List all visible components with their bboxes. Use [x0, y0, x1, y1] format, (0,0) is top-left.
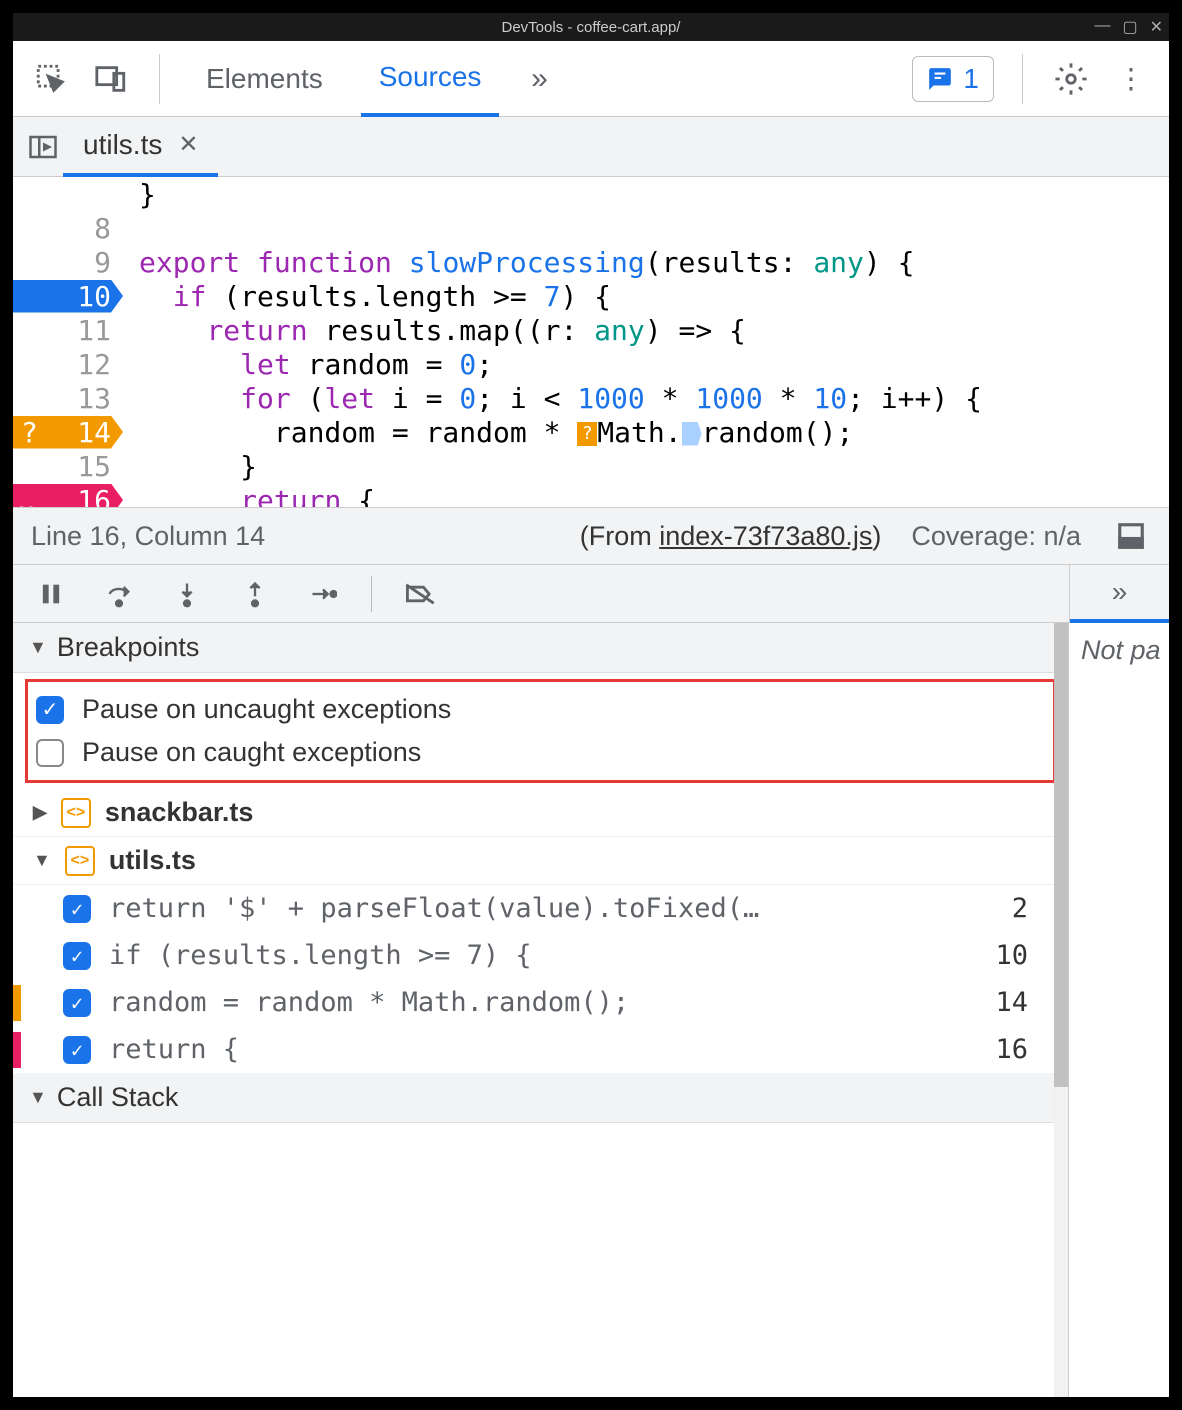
issues-count: 1: [963, 63, 979, 95]
breakpoint-code: return {: [109, 1034, 239, 1065]
file-type-icon: <>: [65, 846, 95, 876]
line-number-gutter[interactable]: 11: [13, 314, 123, 347]
checkbox-checked-icon[interactable]: ✓: [63, 1036, 91, 1064]
checkbox-checked-icon[interactable]: ✓: [36, 696, 64, 724]
code-line[interactable]: 11 return results.map((r: any) => {: [13, 313, 1169, 347]
code-line[interactable]: 8: [13, 211, 1169, 245]
checkbox-checked-icon[interactable]: ✓: [63, 942, 91, 970]
breakpoints-section-header[interactable]: ▼ Breakpoints: [13, 623, 1068, 673]
window-maximize-icon[interactable]: ▢: [1122, 17, 1137, 37]
code-content: for (let i = 0; i < 1000 * 1000 * 10; i+…: [123, 382, 982, 415]
checkbox-unchecked-icon[interactable]: [36, 739, 64, 767]
highlight-box: ✓ Pause on uncaught exceptions Pause on …: [25, 679, 1056, 783]
code-content: random = random * ?Math.random();: [123, 416, 853, 449]
code-line[interactable]: }: [13, 177, 1169, 211]
line-number-gutter[interactable]: 15: [13, 450, 123, 483]
divider: [1022, 54, 1023, 104]
window-minimize-icon[interactable]: —: [1094, 17, 1110, 37]
more-tabs-icon[interactable]: »: [519, 59, 559, 99]
vertical-scrollbar[interactable]: [1054, 623, 1068, 1397]
breakpoint-line-number: 16: [995, 1034, 1048, 1065]
code-content: if (results.length >= 7) {: [123, 280, 611, 313]
navigator-toggle-icon[interactable]: [23, 127, 63, 167]
cursor-position: Line 16, Column 14: [31, 521, 265, 552]
code-line[interactable]: 12 let random = 0;: [13, 347, 1169, 381]
window-title: DevTools - coffee-cart.app/: [502, 19, 681, 36]
divider: [159, 54, 160, 104]
code-content: }: [123, 178, 156, 211]
kebab-menu-icon[interactable]: ⋮: [1111, 59, 1151, 99]
breakpoint-row[interactable]: ✓ random = random * Math.random(); 14: [13, 979, 1068, 1026]
checkbox-checked-icon[interactable]: ✓: [63, 895, 91, 923]
file-tab-label: utils.ts: [83, 129, 162, 161]
settings-icon[interactable]: [1051, 59, 1091, 99]
deactivate-breakpoints-icon[interactable]: [400, 574, 440, 614]
callstack-section-header[interactable]: ▼ Call Stack: [13, 1073, 1068, 1123]
source-file-link[interactable]: index-73f73a80.js: [659, 521, 872, 551]
code-line[interactable]: 9export function slowProcessing(results:…: [13, 245, 1169, 279]
breakpoint-marker-icon: [13, 1032, 21, 1068]
breakpoint-code: if (results.length >= 7) {: [109, 940, 532, 971]
file-tab-utils[interactable]: utils.ts ✕: [63, 117, 218, 177]
step-into-icon[interactable]: [167, 574, 207, 614]
tab-sources[interactable]: Sources: [361, 41, 500, 117]
line-number-gutter[interactable]: 10: [13, 280, 123, 313]
coverage-status: Coverage: n/a: [911, 521, 1081, 552]
code-line[interactable]: 14 random = random * ?Math.random();: [13, 415, 1169, 449]
checkbox-checked-icon[interactable]: ✓: [63, 989, 91, 1017]
line-number-gutter[interactable]: 13: [13, 382, 123, 415]
line-number-gutter[interactable]: 12: [13, 348, 123, 381]
breakpoint-code: return '$' + parseFloat(value).toFixed(…: [109, 893, 759, 924]
step-icon[interactable]: [303, 574, 343, 614]
line-number-gutter[interactable]: 9: [13, 246, 123, 279]
inspect-element-icon[interactable]: [31, 59, 71, 99]
window-close-icon[interactable]: ✕: [1150, 17, 1163, 37]
file-group-utils[interactable]: ▼ <> utils.ts: [13, 837, 1068, 885]
line-number-gutter[interactable]: 14: [13, 416, 123, 449]
code-content: return results.map((r: any) => {: [123, 314, 746, 347]
line-number-gutter[interactable]: 8: [13, 212, 123, 245]
pause-icon[interactable]: [31, 574, 71, 614]
issues-button[interactable]: 1: [912, 56, 994, 102]
code-line[interactable]: 15 }: [13, 449, 1169, 483]
disclosure-right-icon: ▶: [33, 802, 47, 823]
source-from: (From index-73f73a80.js): [580, 521, 882, 552]
bottom-drawer-icon[interactable]: [1111, 516, 1151, 556]
breakpoint-line-number: 10: [995, 940, 1048, 971]
line-number-gutter[interactable]: 16: [13, 484, 123, 508]
file-type-icon: <>: [61, 798, 91, 828]
pause-uncaught-row[interactable]: ✓ Pause on uncaught exceptions: [36, 688, 1045, 731]
step-out-icon[interactable]: [235, 574, 275, 614]
tab-elements[interactable]: Elements: [188, 41, 341, 117]
step-over-icon[interactable]: [99, 574, 139, 614]
code-content: let random = 0;: [123, 348, 493, 381]
disclosure-down-icon: ▼: [33, 850, 51, 871]
breakpoint-row[interactable]: ✓ return { 16: [13, 1026, 1068, 1073]
device-toolbar-icon[interactable]: [91, 59, 131, 99]
file-group-snackbar[interactable]: ▶ <> snackbar.ts: [13, 789, 1068, 837]
breakpoint-line-number: 14: [995, 987, 1048, 1018]
code-content: }: [123, 450, 257, 483]
close-tab-icon[interactable]: ✕: [178, 130, 198, 159]
not-paused-text: Not pa: [1069, 623, 1169, 678]
code-line[interactable]: 16 return {: [13, 483, 1169, 507]
breakpoint-code: random = random * Math.random();: [109, 987, 629, 1018]
code-editor[interactable]: }89export function slowProcessing(result…: [13, 177, 1169, 507]
breakpoint-row[interactable]: ✓ if (results.length >= 7) { 10: [13, 932, 1068, 979]
window-titlebar: DevTools - coffee-cart.app/ — ▢ ✕: [13, 13, 1169, 41]
disclosure-down-icon: ▼: [29, 637, 47, 658]
code-line[interactable]: 13 for (let i = 0; i < 1000 * 1000 * 10;…: [13, 381, 1169, 415]
more-panels-icon[interactable]: »: [1070, 565, 1169, 623]
code-content: export function slowProcessing(results: …: [123, 246, 914, 279]
disclosure-down-icon: ▼: [29, 1087, 47, 1108]
code-line[interactable]: 10 if (results.length >= 7) {: [13, 279, 1169, 313]
breakpoint-row[interactable]: ✓ return '$' + parseFloat(value).toFixed(…: [13, 885, 1068, 932]
breakpoint-marker-icon: [13, 985, 21, 1021]
code-content: return {: [123, 484, 375, 508]
breakpoint-line-number: 2: [1012, 893, 1048, 924]
pause-caught-row[interactable]: Pause on caught exceptions: [36, 731, 1045, 774]
